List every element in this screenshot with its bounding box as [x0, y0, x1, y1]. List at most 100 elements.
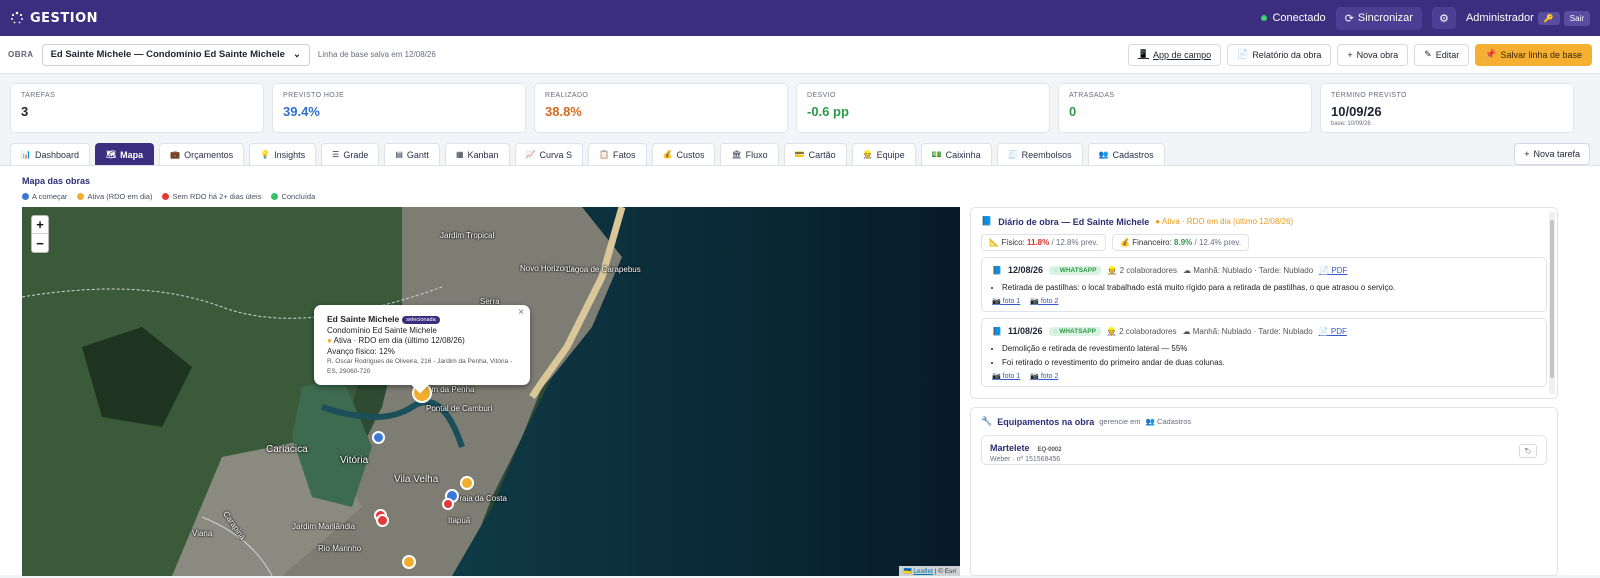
map-marker[interactable] — [460, 476, 474, 490]
source-label: WHATSAPP — [1059, 266, 1097, 274]
tab-caixinha[interactable]: 💵 Caixinha — [920, 143, 992, 165]
zoom-out-button[interactable]: − — [32, 234, 48, 252]
tab-equipe[interactable]: 👷 Equipe — [851, 143, 916, 165]
kpi-card: PREVISTO HOJE 39.4% — [272, 83, 526, 133]
zoom-in-button[interactable]: + — [32, 216, 48, 234]
workers-label: 2 colaboradores — [1119, 326, 1177, 336]
logout-button[interactable]: Sair — [1563, 10, 1590, 26]
map-place-label: Itapuã — [448, 516, 471, 525]
photo-link[interactable]: 📷 foto 2 — [1030, 297, 1058, 305]
map-place-label: Pontal de Camburi — [426, 404, 493, 413]
tab-reembolsos[interactable]: 🧾 Reembolsos — [996, 143, 1083, 165]
equipment-action-button[interactable]: 🏷 — [1519, 444, 1537, 458]
leaflet-link[interactable]: Leaflet — [913, 568, 933, 575]
tab-dashboard[interactable]: 📊 Dashboard — [10, 143, 90, 165]
camera-icon: 📷 — [1030, 298, 1039, 305]
kpi-sub: base: 10/09/26 — [1331, 121, 1371, 127]
legend-item: Sem RDO há 2+ dias úteis — [162, 192, 261, 201]
kpi-card: TAREFAS 3 — [10, 83, 264, 133]
field-app-label: App de campo — [1153, 49, 1212, 60]
equipment-panel: 🔧 Equipamentos na obra gerencie em 👥 Cad… — [970, 407, 1558, 576]
legend-dot-icon — [162, 193, 170, 200]
cloud-icon: ☁ — [1182, 326, 1191, 336]
logo-text: GESTION — [30, 10, 99, 26]
photo-link-label: foto 2 — [1040, 373, 1059, 380]
tab-custos[interactable]: 💰 Custos — [651, 143, 716, 165]
map-marker[interactable] — [402, 555, 416, 569]
app-logo[interactable]: GESTION — [10, 11, 98, 26]
diary-entry: 📘 11/08/26 ◌ WHATSAPP 👷 2 colaboradores ☁ Ma… — [981, 318, 1547, 387]
tab-label: Kanban — [467, 149, 499, 160]
map-popup: × Ed Sainte Michele selecionada Condomíni… — [314, 305, 530, 385]
cadastros-link[interactable]: 👥 Cadastros — [1146, 417, 1192, 426]
edit-button[interactable]: ✎ Editar — [1414, 43, 1470, 66]
financial-value: 8.9% — [1174, 238, 1193, 247]
legend-dot-icon — [271, 193, 279, 200]
equipment-item: Martelete EQ-0002 Weber · nº 151568456 🏷 — [981, 435, 1547, 465]
sync-label: Sincronizar — [1357, 12, 1413, 24]
tab-icon: 📊 — [21, 150, 31, 159]
photo-link[interactable]: 📷 foto 2 — [1030, 372, 1058, 380]
map-marker[interactable] — [372, 431, 385, 444]
field-app-button[interactable]: 📱 App de campo — [1127, 43, 1222, 66]
map-attribution: 🇺🇦 Leaflet | © Esri — [899, 566, 960, 576]
book-icon: 📘 — [992, 326, 1002, 336]
photo-link[interactable]: 📷 foto 1 — [992, 372, 1020, 380]
report-button[interactable]: 📄 Relatório da obra — [1227, 43, 1332, 66]
settings-button[interactable]: ⚙ — [1431, 7, 1456, 29]
key-icon[interactable]: 🔑 — [1537, 11, 1560, 25]
tab-gantt[interactable]: ▤ Gantt — [384, 143, 440, 165]
kpi-label: TÉRMINO PREVISTO — [1331, 92, 1407, 99]
tab-fatos[interactable]: 📋 Fatos — [588, 143, 647, 165]
tab-icon: 📈 — [525, 150, 536, 159]
tab-cadastros[interactable]: 👥 Cadastros — [1087, 143, 1165, 165]
map-place-label: Vitória — [340, 455, 369, 466]
legend-label: A começar — [32, 192, 68, 201]
new-task-button[interactable]: + Nova tarefa — [1514, 143, 1590, 165]
photo-link-label: foto 1 — [1002, 373, 1021, 380]
kpi-value: 0 — [1069, 104, 1077, 119]
tab-insights[interactable]: 💡 Insights — [249, 143, 317, 165]
tab-cartão[interactable]: 💳 Cartão — [783, 143, 847, 165]
obra-label: OBRA — [8, 50, 34, 59]
baseline-note: Linha de base salva em 12/08/26 — [317, 50, 436, 59]
tab-grade[interactable]: ☰ Grade — [321, 143, 380, 165]
popup-name: Ed Sainte Michele — [327, 314, 400, 324]
tab-curva-s[interactable]: 📈 Curva S — [514, 143, 584, 165]
diary-item: Retirada de pastilhas: o local trabalhad… — [1002, 281, 1536, 295]
pdf-label: PDF — [1331, 265, 1348, 275]
save-baseline-button[interactable]: 📌 Salvar linha de base — [1475, 43, 1592, 66]
map-place-label: Vila Velha — [394, 474, 439, 485]
new-obra-button[interactable]: + Nova obra — [1337, 43, 1409, 66]
tab-mapa[interactable]: 🗺 Mapa — [95, 143, 155, 165]
whatsapp-icon: ◌ — [1054, 266, 1058, 274]
obra-select[interactable]: Ed Sainte Michele — Condomínio Ed Sainte… — [41, 43, 310, 66]
camera-icon: 📷 — [992, 373, 1001, 380]
map-marker[interactable] — [442, 498, 454, 510]
tab-label: Orçamentos — [184, 149, 234, 160]
close-icon[interactable]: × — [518, 307, 524, 319]
tab-icon: 👥 — [1098, 150, 1109, 159]
diary-scrollbar[interactable] — [1549, 212, 1555, 394]
equipment-code: EQ-0002 — [1037, 447, 1062, 453]
pdf-link[interactable]: 📄 PDF — [1319, 266, 1347, 275]
gear-icon: ⚙ — [1439, 12, 1449, 25]
flag-icon: 🇺🇦 — [903, 568, 912, 575]
equipment-detail: Weber · nº 151568456 — [990, 456, 1061, 463]
pdf-link[interactable]: 📄 PDF — [1319, 327, 1347, 336]
tab-orçamentos[interactable]: 💼 Orçamentos — [159, 143, 245, 165]
map-canvas[interactable]: + − Jardim Tropical Novo Horizonte Lagoa… — [22, 207, 960, 576]
sync-button[interactable]: ⟳ Sincronizar — [1335, 6, 1422, 30]
tab-label: Cartão — [808, 149, 836, 160]
selected-badge: selecionada — [402, 316, 440, 324]
whatsapp-badge: ◌ WHATSAPP — [1048, 326, 1101, 336]
map-place-label: Praia da Costa — [454, 494, 507, 503]
photo-link[interactable]: 📷 foto 1 — [992, 297, 1020, 305]
scrollbar-thumb[interactable] — [1550, 220, 1554, 378]
map-marker[interactable] — [376, 514, 389, 527]
legend-item: A começar — [22, 192, 67, 201]
tab-fluxo[interactable]: 🏛 Fluxo — [720, 143, 779, 165]
tab-kanban[interactable]: ▦ Kanban — [444, 143, 510, 165]
zoom-control: + − — [31, 215, 49, 253]
document-icon: 📄 — [1319, 265, 1330, 275]
